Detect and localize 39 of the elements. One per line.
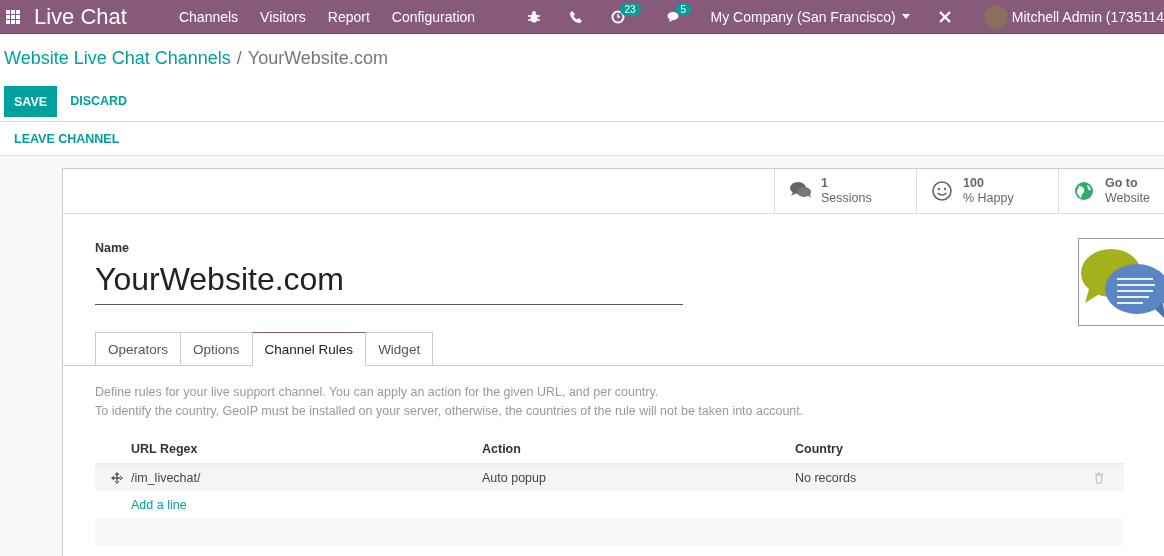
- table-row[interactable]: /im_livechat/ Auto popup No records: [95, 465, 1124, 491]
- menu-item[interactable]: Report: [327, 8, 370, 25]
- name-label: Name: [95, 241, 131, 255]
- drag-handle-icon[interactable]: [111, 472, 123, 484]
- leave-channel-button[interactable]: LEAVE CHANNEL: [5, 125, 129, 152]
- chat-icon[interactable]: [666, 9, 681, 24]
- menu-item[interactable]: Visitors: [260, 8, 306, 25]
- tab[interactable]: Operators: [95, 332, 182, 365]
- name-field[interactable]: YourWebsite.com: [95, 257, 683, 305]
- help-text: Define rules for your live support channel. You can apply an action for the given URL, and per country.: [95, 384, 660, 401]
- caret-icon[interactable]: [901, 14, 910, 19]
- add-line-link[interactable]: Add a line: [131, 497, 187, 512]
- tab[interactable]: Channel Rules: [251, 332, 367, 366]
- app-title: Live Chat: [34, 3, 127, 30]
- clock-icon[interactable]: [610, 9, 625, 24]
- smiley-icon: [931, 180, 953, 202]
- column-header: Action: [482, 442, 522, 456]
- breadcrumb-link[interactable]: Website Live Chat Channels: [4, 47, 231, 69]
- breadcrumb-current: YourWebsite.com: [247, 47, 388, 69]
- table-cell-text: No records: [795, 471, 858, 485]
- user-menu[interactable]: Mitchell Admin (1735114: [1011, 8, 1164, 25]
- phone-icon[interactable]: [568, 9, 583, 24]
- count-badge: 5: [675, 2, 692, 16]
- apps-menu-icon[interactable]: [6, 9, 20, 24]
- company-switcher[interactable]: My Company (San Francisco): [710, 8, 896, 25]
- menu-item[interactable]: Configuration: [391, 8, 476, 25]
- globe-icon: [1073, 180, 1095, 202]
- bug-icon[interactable]: [526, 9, 541, 24]
- help-text: To identify the country, GeoIP must be installed on your server, otherwise, the countries of the rule will not be taken into account.: [95, 403, 805, 420]
- column-header: URL Regex: [131, 442, 199, 456]
- save-button[interactable]: SAVE: [4, 85, 58, 117]
- discard-button[interactable]: DISCARD: [57, 85, 141, 117]
- table-cell-text: /im_livechat/: [131, 471, 202, 485]
- menu-item[interactable]: Channels: [178, 8, 239, 25]
- tab[interactable]: Widget: [365, 332, 434, 365]
- column-header: Country: [795, 442, 844, 456]
- table-cell-text: Auto popup: [482, 471, 547, 485]
- breadcrumb-separator: /: [236, 47, 242, 69]
- count-badge: 23: [619, 2, 641, 16]
